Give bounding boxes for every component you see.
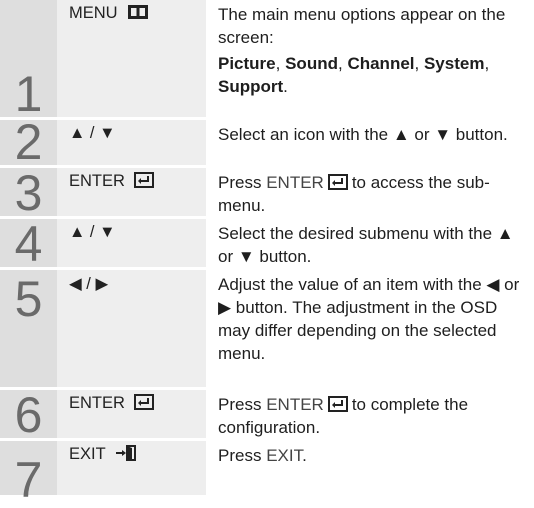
- menu-button-label: MENU: [69, 4, 118, 22]
- menu-option-channel: Channel: [347, 54, 415, 73]
- enter-button-label: ENTER: [69, 394, 125, 412]
- exit-icon: [115, 445, 136, 461]
- step-row-7: 7 EXIT Press EXIT.: [0, 441, 534, 505]
- description-text: Press ENTER to access the sub-menu.: [218, 173, 490, 215]
- step-description: Press ENTER to complete the configuratio…: [218, 390, 530, 439]
- button-cell: MENU: [57, 0, 206, 117]
- step-description: Select an icon with the ▲ or ▼ button.: [218, 120, 530, 146]
- menu-option-support: Support: [218, 77, 284, 96]
- arrow-up-down-label: ▲ / ▼: [69, 223, 116, 241]
- description-text: The main menu options appear on the scre…: [218, 5, 506, 47]
- button-cell: ENTER: [57, 168, 206, 216]
- step-number: 1: [0, 0, 57, 119]
- step-description: Press EXIT.: [218, 441, 530, 467]
- enter-icon: [133, 394, 154, 410]
- enter-icon: [327, 174, 348, 190]
- enter-button-label: ENTER: [69, 172, 125, 190]
- step-row-4: 4 ▲ / ▼ Select the desired submenu with …: [0, 219, 534, 269]
- button-cell: ▲ / ▼: [57, 219, 206, 267]
- menu-options: Picture, Sound, Channel, System, Support.: [218, 54, 490, 96]
- step-description: The main menu options appear on the scre…: [218, 0, 530, 98]
- button-cell: ENTER: [57, 390, 206, 438]
- step-row-1: 1 MENU The main menu options appear on t…: [0, 0, 534, 119]
- enter-icon: [133, 172, 154, 188]
- step-number: 5: [0, 270, 57, 387]
- description-text: Adjust the value of an item with the ◀ o…: [218, 275, 520, 363]
- step-row-2: 2 ▲ / ▼ Select an icon with the ▲ or ▼ b…: [0, 117, 534, 167]
- description-text: Select an icon with the ▲ or ▼ button.: [218, 125, 508, 144]
- arrow-left-right-label: ◀ / ▶: [69, 275, 109, 293]
- button-cell: ▲ / ▼: [57, 120, 206, 165]
- menu-option-system: System: [423, 54, 485, 73]
- step-description: Select the desired submenu with the ▲ or…: [218, 219, 530, 268]
- step-row-6: 6 ENTER Press ENTER to complete the conf…: [0, 390, 534, 440]
- menu-option-sound: Sound: [285, 54, 338, 73]
- exit-button-label: EXIT: [69, 445, 106, 463]
- step-description: Adjust the value of an item with the ◀ o…: [218, 270, 530, 365]
- button-cell: EXIT: [57, 441, 206, 495]
- description-text: Press EXIT.: [218, 446, 307, 465]
- step-number: 7: [0, 441, 57, 505]
- step-number: 3: [0, 168, 57, 218]
- description-text: Press ENTER to complete the configuratio…: [218, 395, 469, 437]
- step-number: 6: [0, 390, 57, 440]
- step-number: 2: [0, 117, 57, 167]
- step-description: Press ENTER to access the sub-menu.: [218, 168, 530, 217]
- description-text: Select the desired submenu with the ▲ or…: [218, 224, 514, 266]
- step-number: 4: [0, 219, 57, 269]
- menu-icon: [128, 5, 149, 19]
- step-row-5: 5 ◀ / ▶ Adjust the value of an item with…: [0, 270, 534, 387]
- button-cell: ◀ / ▶: [57, 270, 206, 387]
- step-row-3: 3 ENTER Press ENTER to access the sub-me…: [0, 168, 534, 218]
- enter-icon: [327, 396, 348, 412]
- menu-option-picture: Picture: [218, 54, 276, 73]
- arrow-up-down-label: ▲ / ▼: [69, 124, 116, 142]
